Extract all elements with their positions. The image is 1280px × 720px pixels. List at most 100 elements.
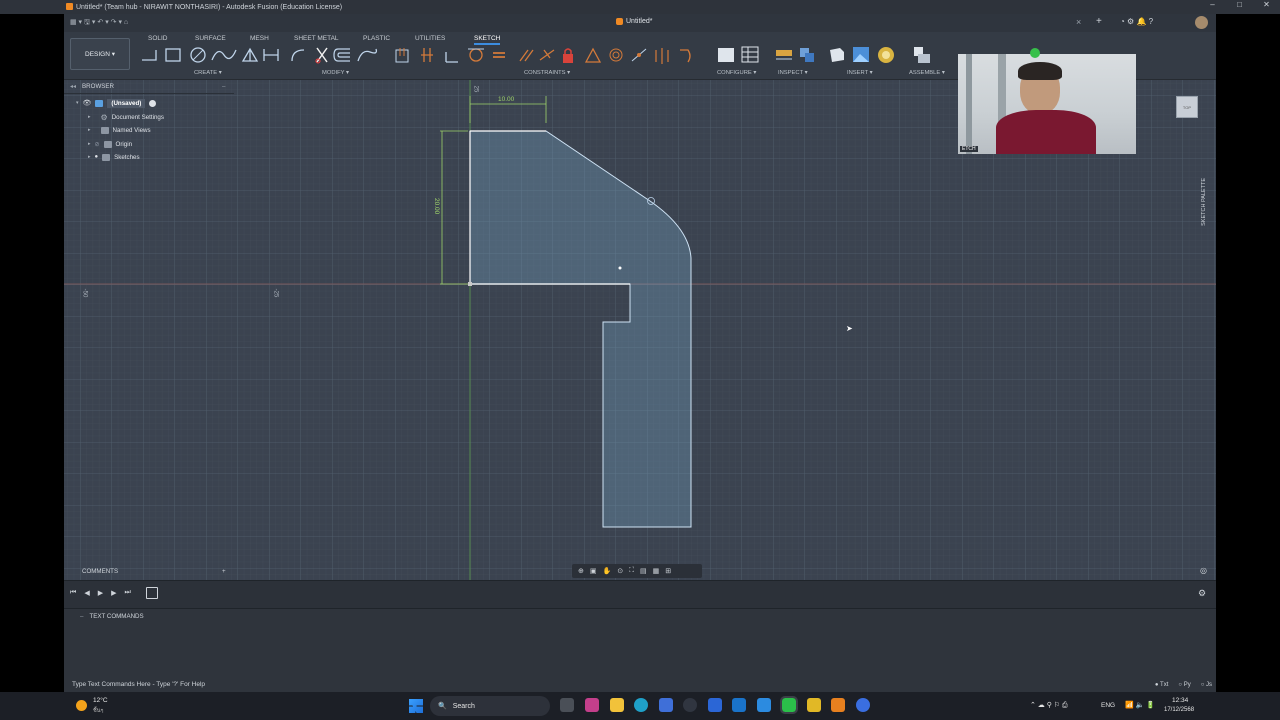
network-volume-icons[interactable]: 📶 🔈 🔋 (1125, 701, 1155, 709)
go-to-start-icon[interactable]: ⏮ (70, 589, 76, 597)
perpendicular-icon[interactable] (539, 49, 555, 61)
project-orange-icon[interactable] (421, 48, 433, 62)
teams-icon[interactable] (856, 698, 870, 712)
group-constraints[interactable]: CONSTRAINTS ▾ (524, 70, 570, 76)
expand-icon[interactable]: ▸ (88, 141, 91, 147)
browser-minimize-icon[interactable]: – (222, 83, 225, 90)
tab-surface[interactable]: SURFACE (195, 35, 226, 42)
outlook-icon[interactable] (732, 698, 746, 712)
task-view-icon[interactable] (560, 698, 574, 712)
interference-icon[interactable] (800, 48, 814, 62)
tangent-icon[interactable] (468, 48, 484, 62)
circle-icon[interactable] (190, 47, 206, 63)
parallel-icon[interactable] (519, 49, 534, 62)
activate-radio-icon[interactable] (149, 99, 157, 107)
right-tools[interactable] (716, 44, 956, 68)
rectangle-icon[interactable] (165, 48, 181, 62)
assemble-joint-icon[interactable] (914, 47, 930, 63)
tab-utilities[interactable]: UTILITIES (415, 35, 445, 42)
step-back-icon[interactable]: ◀ (84, 589, 89, 597)
files-icon[interactable] (807, 698, 821, 712)
browser-item-sketches[interactable]: ▸ ● Sketches (88, 151, 140, 163)
tab-plastic[interactable]: PLASTIC (363, 35, 390, 42)
collapse-icon[interactable]: – (80, 613, 83, 620)
pan-icon[interactable]: ✋ (603, 567, 612, 575)
avatar[interactable] (1195, 16, 1208, 29)
line-app-icon[interactable] (780, 696, 798, 714)
browser-item-unsaved[interactable]: ▾ 👁 (Unsaved) (76, 97, 157, 109)
grid-settings-icon[interactable]: ▦ (653, 567, 660, 575)
curvature-icon[interactable] (680, 49, 691, 63)
sketch-point[interactable] (618, 266, 622, 270)
modify-tools[interactable] (290, 46, 400, 66)
trim-icon[interactable] (315, 47, 328, 64)
line-icon[interactable] (142, 50, 157, 61)
fullscreen-icon[interactable]: ◎ (1200, 566, 1207, 575)
group-modify[interactable]: MODIFY ▾ (322, 70, 349, 76)
go-to-end-icon[interactable]: ⏭ (124, 589, 130, 597)
fit-icon[interactable]: ⛶ (629, 567, 634, 575)
timeline-settings-icon[interactable]: ⚙ (1198, 588, 1206, 599)
expand-icon[interactable]: ▸ (88, 127, 91, 133)
insert-derive-icon[interactable] (830, 48, 844, 62)
group-inspect[interactable]: INSPECT ▾ (778, 70, 808, 76)
close-button[interactable]: ✕ (1253, 0, 1280, 9)
sketch-canvas[interactable]: 10.00 20.00 -50 -25 25 ➤ (64, 80, 1216, 580)
fusion-taskbar-icon[interactable] (831, 698, 845, 712)
text-command-input[interactable]: Type Text Commands Here - Type '?' For H… (72, 681, 205, 688)
tab-sheet-metal[interactable]: SHEET METAL (294, 35, 339, 42)
visibility-eye-icon[interactable]: ● (95, 154, 99, 160)
viewports-icon[interactable]: ⊞ (665, 567, 671, 575)
midpoint-icon[interactable] (584, 47, 602, 63)
minimize-button[interactable]: – (1199, 0, 1226, 9)
triangle-icon[interactable] (241, 47, 259, 62)
expand-icon[interactable]: ▾ (76, 100, 79, 106)
dimension-vertical[interactable]: 20.00 (433, 198, 440, 214)
new-tab-icon[interactable]: + (1096, 16, 1102, 27)
github-icon[interactable] (683, 698, 697, 712)
language-indicator[interactable]: ENG (1101, 702, 1115, 709)
zoom-icon[interactable]: ⊙ (617, 567, 623, 575)
mode-js[interactable]: ○ Js (1201, 682, 1212, 688)
comments-panel[interactable]: COMMENTS + (64, 564, 234, 578)
maximize-button[interactable]: □ (1226, 0, 1253, 9)
concentric-icon[interactable] (609, 48, 623, 62)
clock-date[interactable]: 17/12/2568 (1164, 707, 1194, 713)
display-settings-icon[interactable]: ▤ (640, 567, 647, 575)
symmetry-icon[interactable] (655, 48, 669, 64)
edge-icon[interactable] (634, 698, 648, 712)
expand-icon[interactable]: ▸ (88, 154, 91, 160)
file-explorer-icon[interactable] (610, 698, 624, 712)
group-create[interactable]: CREATE ▾ (194, 70, 222, 76)
dimension-icon[interactable] (263, 49, 279, 61)
app-icon[interactable] (757, 698, 771, 712)
insert-image-icon[interactable] (853, 47, 869, 62)
weather-icon[interactable] (76, 700, 87, 711)
offset-icon[interactable] (333, 48, 350, 62)
close-tab-icon[interactable]: × (1076, 17, 1081, 27)
extend-icon[interactable] (357, 48, 378, 62)
look-at-icon[interactable]: ▣ (590, 567, 597, 575)
step-forward-icon[interactable]: ▶ (111, 589, 116, 597)
tray-icons[interactable]: ⌃ ☁ ⚲ ⚐ ⎙ (1030, 701, 1068, 710)
mode-txt[interactable]: ● Txt (1155, 682, 1169, 688)
tab-solid[interactable]: SOLID (148, 35, 168, 42)
header-utility-icons[interactable]: ◔ ⚙ 🔔 ? (1120, 17, 1153, 26)
configure-table-icon[interactable] (718, 46, 759, 63)
tab-mesh[interactable]: MESH (250, 35, 269, 42)
clock-time[interactable]: 12:34 (1172, 697, 1188, 704)
spline-icon[interactable] (211, 49, 237, 61)
document-tab[interactable]: Untitled* (616, 18, 652, 25)
group-assemble[interactable]: ASSEMBLE ▾ (909, 70, 945, 76)
collapse-icon[interactable]: ◂◂ (70, 83, 76, 90)
tab-sketch[interactable]: SKETCH (474, 35, 501, 45)
group-insert[interactable]: INSERT ▾ (847, 70, 873, 76)
timeline-sketch-icon[interactable] (146, 587, 158, 599)
play-icon[interactable]: ▶ (98, 589, 103, 597)
browser-item-named-views[interactable]: ▸ Named Views (88, 124, 151, 136)
hidden-eye-icon[interactable]: ⊘ (95, 141, 100, 148)
fix-icon[interactable] (563, 48, 573, 63)
coincident-icon[interactable] (445, 52, 458, 63)
weather-temp[interactable]: 12°C (93, 697, 108, 704)
constraint-tools[interactable] (394, 46, 704, 66)
